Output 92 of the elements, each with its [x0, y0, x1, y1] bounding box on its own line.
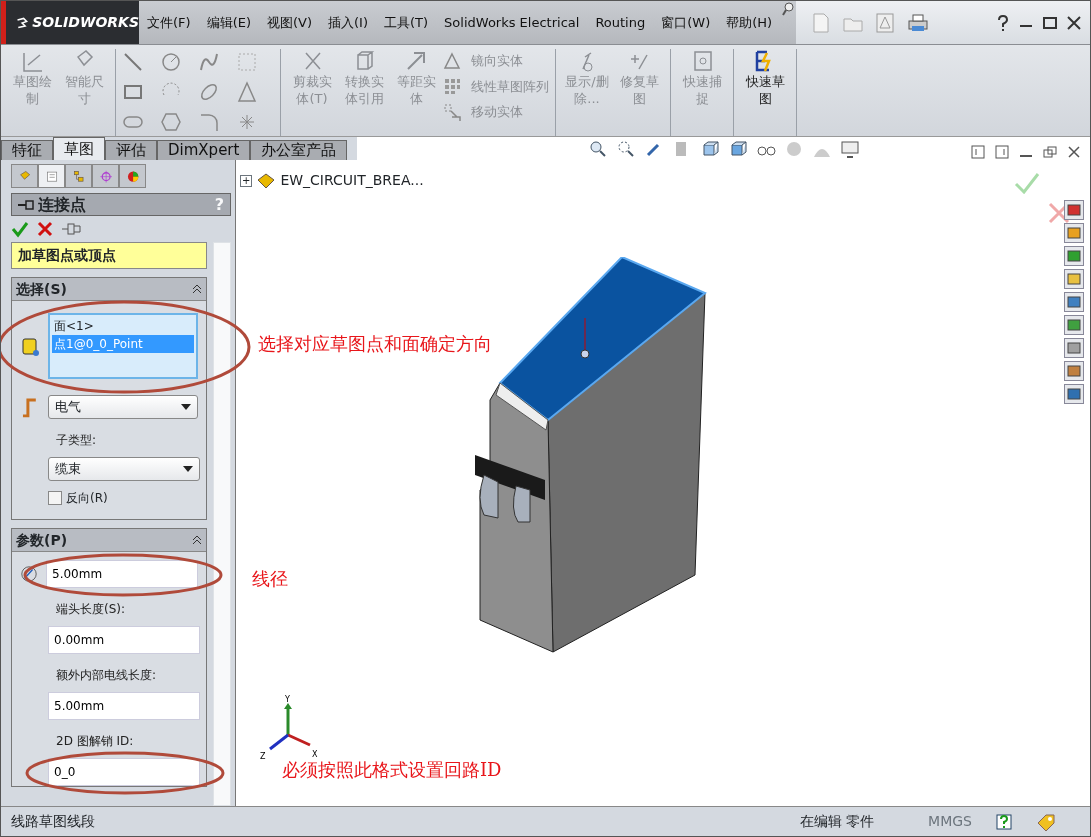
panel-tab[interactable]: [92, 164, 119, 188]
menu-item[interactable]: 编辑(E): [198, 1, 259, 44]
warning-icon[interactable]: [874, 11, 897, 34]
tree-item[interactable]: EW_CIRCUIT_BREA...: [280, 170, 424, 191]
cancel-icon[interactable]: [1048, 202, 1070, 224]
task-pane-tab[interactable]: [1064, 315, 1084, 335]
toolbar-button[interactable]: 快速草图: [740, 49, 790, 107]
field-label: 额外内部电线长度:: [56, 667, 158, 684]
input-field[interactable]: 0.00mm: [48, 626, 200, 654]
annotation-text: 线径: [252, 567, 288, 591]
axis-label: X: [312, 750, 318, 759]
menu-item[interactable]: Routing: [587, 1, 654, 44]
list-item[interactable]: 面<1>: [52, 317, 194, 335]
panel-tab[interactable]: [38, 164, 65, 188]
task-pane-tab[interactable]: [1064, 200, 1084, 220]
tab[interactable]: 评估: [105, 140, 157, 160]
status-text: 在编辑 零件: [799, 812, 875, 831]
collapse-icon[interactable]: [192, 284, 202, 294]
checkbox-label: 反向(R): [66, 490, 108, 507]
help-icon[interactable]: [996, 13, 1010, 32]
menu-item[interactable]: 视图(V): [259, 1, 321, 44]
input-field[interactable]: 5.00mm: [46, 560, 198, 588]
tab[interactable]: DimXpert: [157, 140, 251, 160]
field-label: 子类型:: [56, 432, 98, 449]
dropdown[interactable]: 缆束: [48, 457, 200, 481]
field-label: 2D 图解销 ID:: [56, 733, 135, 750]
task-pane-tab[interactable]: [1064, 384, 1084, 404]
panel-tab[interactable]: [119, 164, 146, 188]
mirror-icon: [443, 51, 461, 70]
task-pane-tab[interactable]: [1064, 246, 1084, 266]
ellipse-icon[interactable]: [198, 81, 220, 103]
move-icon: [443, 102, 461, 121]
panel-title: 连接点: [38, 193, 86, 216]
text-icon[interactable]: [236, 81, 258, 103]
zoom-icon[interactable]: [587, 138, 608, 159]
printer-icon[interactable]: [906, 11, 931, 34]
cancel-icon[interactable]: [37, 221, 53, 237]
annotation-text: 选择对应草图点和面确定方向: [258, 332, 492, 356]
panel-tab[interactable]: [11, 164, 38, 188]
monitor-icon[interactable]: [839, 138, 860, 159]
dropdown[interactable]: 电气: [47, 395, 198, 419]
task-pane-tab[interactable]: [1064, 361, 1084, 381]
menu-item[interactable]: 插入(I): [320, 1, 376, 44]
axis-label: Z: [260, 752, 266, 761]
axis-triad-drawing: [269, 703, 311, 751]
expand-toggle[interactable]: +: [240, 174, 253, 187]
tab[interactable]: 草图: [53, 137, 105, 160]
polygon-icon[interactable]: [160, 111, 182, 133]
spline-icon[interactable]: [198, 51, 220, 73]
tab[interactable]: 办公室产品: [250, 140, 348, 160]
annotation-text: 必须按照此格式设置回路ID: [282, 758, 502, 782]
close-icon[interactable]: [1066, 144, 1082, 160]
checkbox[interactable]: [48, 491, 62, 505]
line-icon[interactable]: [122, 51, 144, 73]
face-icon: [20, 335, 40, 357]
selection-list[interactable]: 面<1> 点1@0_0_Point: [48, 313, 198, 379]
tile-icon[interactable]: [994, 144, 1010, 160]
restore-icon[interactable]: [1042, 144, 1058, 160]
menu-item[interactable]: SolidWorks Electrical: [436, 1, 588, 44]
logo-text: SOLIDWORKS: [32, 13, 139, 32]
section-title: 选择(S): [16, 279, 67, 299]
circle-icon[interactable]: [160, 51, 182, 73]
input-field[interactable]: 0_0: [48, 758, 200, 786]
status-text: 线路草图线段: [11, 812, 95, 831]
tile-icon[interactable]: [970, 144, 986, 160]
menu-item[interactable]: 文件(F): [139, 1, 199, 44]
maximize-icon[interactable]: [1042, 14, 1058, 31]
caret-icon: [181, 404, 191, 410]
fillet-icon[interactable]: [198, 111, 220, 133]
part-icon: [256, 171, 277, 190]
collapse-icon[interactable]: [192, 535, 202, 545]
caret-icon: [183, 466, 193, 472]
diameter-icon: [20, 564, 38, 584]
tag-icon[interactable]: [1036, 812, 1056, 831]
tab[interactable]: 特征: [1, 140, 53, 160]
field-label: 端头长度(S):: [56, 601, 127, 618]
task-pane-tab[interactable]: [1064, 338, 1084, 358]
menu-item[interactable]: 窗口(W): [653, 1, 719, 44]
section-title: 参数(P): [16, 530, 68, 550]
menu-item[interactable]: 工具(T): [376, 1, 437, 44]
task-pane-tab[interactable]: [1064, 269, 1084, 289]
task-pane-tab[interactable]: [1064, 223, 1084, 243]
menu-item[interactable]: 帮助(H): [718, 1, 781, 44]
input-field[interactable]: 5.00mm: [48, 692, 200, 720]
task-pane-tab[interactable]: [1064, 292, 1084, 312]
panel-tab[interactable]: [65, 164, 92, 188]
scrollbar[interactable]: [213, 242, 231, 806]
close-icon[interactable]: [1066, 14, 1082, 31]
axis-label: Y: [285, 695, 290, 704]
grid-icon: [443, 77, 461, 96]
ok-icon[interactable]: [11, 220, 29, 238]
message-box: 加草图点或顶点: [11, 242, 207, 269]
